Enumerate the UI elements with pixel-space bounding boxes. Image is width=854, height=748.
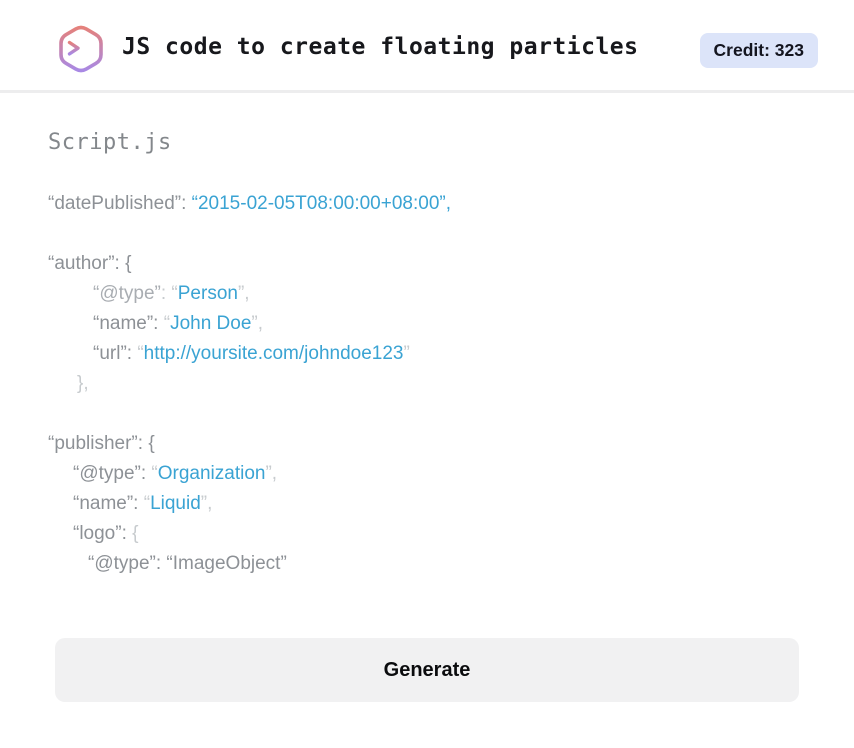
- code-line: “@type”: “Organization”,: [48, 459, 824, 489]
- code-segment: “name”:: [93, 313, 164, 334]
- code-line: “name”: “Liquid”,: [48, 489, 824, 519]
- code-line: “author”: {: [48, 249, 824, 279]
- code-segment: ”: [403, 343, 410, 364]
- terminal-prompt-hexagon-icon: [55, 23, 107, 75]
- code-line: “datePublished”: “2015-02-05T08:00:00+08…: [48, 189, 824, 219]
- code-segment: John Doe: [170, 313, 252, 334]
- code-segment: },: [77, 373, 89, 394]
- code-segment: “url”:: [93, 343, 138, 364]
- code-segment: “logo”:: [73, 523, 133, 544]
- code-segment: http://yoursite.com/johndoe123: [143, 343, 404, 364]
- credit-badge: Credit: 323: [699, 33, 818, 68]
- code-segment: “author”: {: [48, 253, 132, 274]
- code-segment: ”,: [251, 313, 264, 334]
- code-segment: “name”:: [73, 493, 144, 514]
- page-title: JS code to create floating particles: [122, 33, 639, 60]
- script-file-title: Script.js: [48, 130, 172, 155]
- generate-button[interactable]: Generate: [55, 638, 799, 702]
- code-segment: “2015-02-05T08:00:00+08:00”,: [191, 193, 451, 214]
- code-line: “url”: “http://yoursite.com/johndoe123”: [48, 339, 824, 369]
- app-window: JS code to create floating particles Cre…: [0, 0, 854, 748]
- code-segment: {: [132, 523, 139, 544]
- header: JS code to create floating particles Cre…: [0, 0, 854, 93]
- code-segment: :: [160, 283, 172, 304]
- code-segment: “@type”: [93, 283, 161, 304]
- code-block: “datePublished”: “2015-02-05T08:00:00+08…: [48, 189, 824, 579]
- code-line: “publisher”: {: [48, 429, 824, 459]
- code-segment: Person: [177, 283, 238, 304]
- code-segment: ”,: [265, 463, 278, 484]
- code-segment: “@type”: “ImageObject”: [88, 553, 287, 574]
- code-segment: ”,: [237, 283, 250, 304]
- code-line: },: [48, 369, 824, 399]
- code-segment: “datePublished”:: [48, 193, 192, 214]
- code-line: “@type”: “Person”,: [48, 279, 824, 309]
- code-line: “logo”: {: [48, 519, 824, 549]
- code-segment: “publisher”: {: [48, 433, 155, 454]
- code-segment: Organization: [157, 463, 266, 484]
- code-line: “name”: “John Doe”,: [48, 309, 824, 339]
- code-line: “@type”: “ImageObject”: [48, 549, 824, 579]
- code-segment: ”,: [200, 493, 213, 514]
- code-segment: “@type”:: [73, 463, 152, 484]
- code-segment: Liquid: [150, 493, 201, 514]
